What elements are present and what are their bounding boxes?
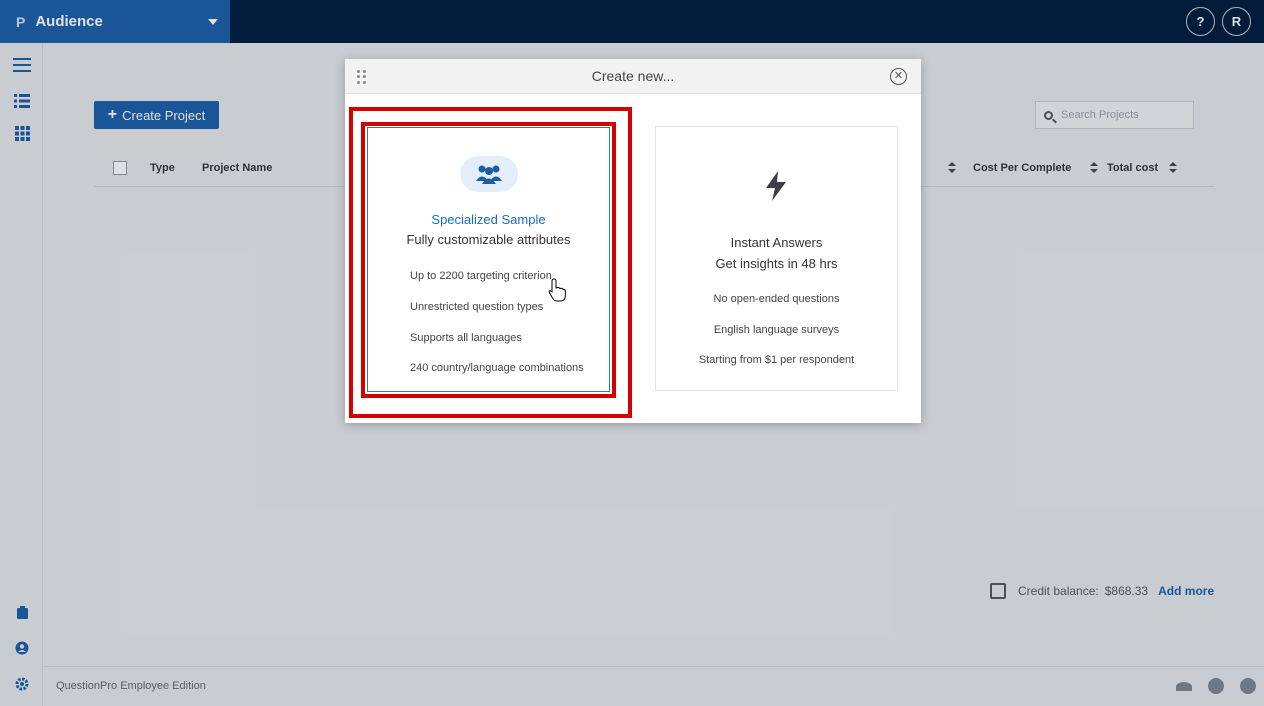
card-title: Instant Answers [730, 235, 823, 250]
bolt-icon [764, 171, 788, 204]
people-group-icon [460, 156, 518, 192]
close-icon[interactable]: ✕ [890, 68, 907, 85]
feature-item: No open-ended questions [713, 293, 840, 305]
dialog-title: Create new... [591, 68, 675, 84]
feature-item: Unrestricted question types [410, 301, 544, 313]
card-title: Specialized Sample [431, 212, 546, 227]
dialog-header: Create new... ✕ [345, 59, 921, 94]
specialized-sample-card[interactable]: Specialized Sample Fully customizable at… [367, 127, 610, 392]
feature-item: English language surveys [713, 324, 840, 336]
feature-item: Supports all languages [410, 332, 522, 344]
feature-item: Up to 2200 targeting criterion [410, 270, 552, 282]
instant-answers-card[interactable]: Instant Answers Get insights in 48 hrs N… [655, 126, 898, 391]
feature-item: 240 country/language combinations [410, 362, 584, 374]
hand-cursor-icon [548, 278, 566, 305]
card-subtitle: Get insights in 48 hrs [715, 256, 838, 271]
feature-item: Starting from $1 per respondent [698, 354, 855, 366]
card-subtitle: Fully customizable attributes [406, 232, 571, 247]
